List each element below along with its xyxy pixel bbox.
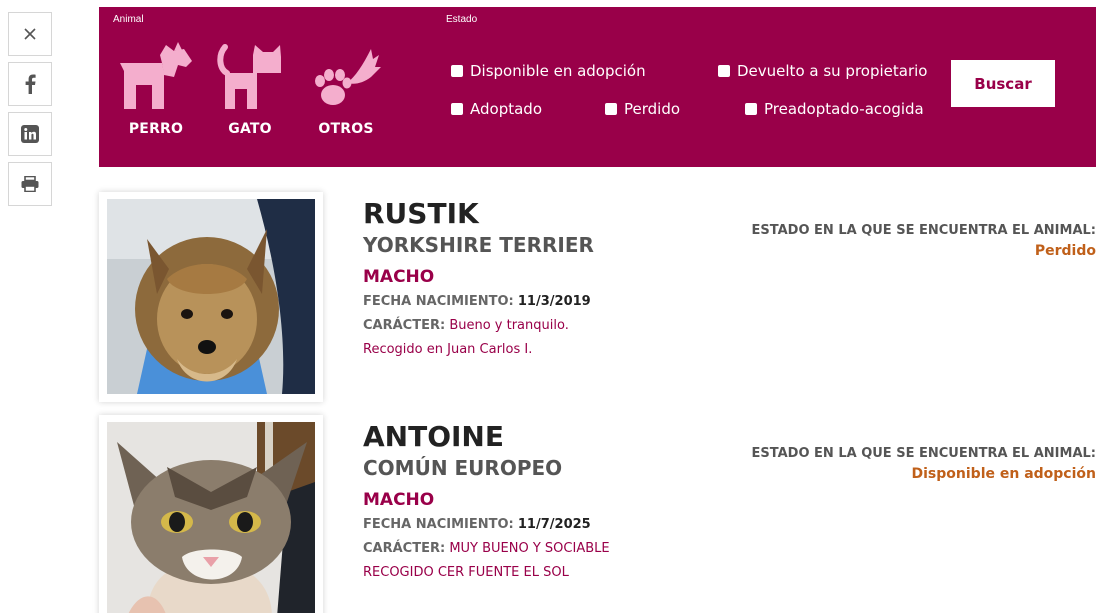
- animal-photo[interactable]: [99, 415, 323, 613]
- animal-info: RUSTIK YORKSHIRE TERRIER MACHO FECHA NAC…: [363, 197, 594, 362]
- animal-breed: YORKSHIRE TERRIER: [363, 233, 594, 257]
- checkbox-box[interactable]: [451, 65, 463, 77]
- animal-character: CARÁCTER: Bueno y tranquilo.: [363, 314, 594, 338]
- animal-option-otros[interactable]: OTROS: [311, 29, 381, 137]
- checkbox-box[interactable]: [745, 103, 757, 115]
- animal-option-label: PERRO: [128, 121, 184, 137]
- animal-birthdate: FECHA NACIMIENTO: 11/3/2019: [363, 290, 594, 314]
- character-label: CARÁCTER:: [363, 318, 446, 333]
- checkbox-box[interactable]: [605, 103, 617, 115]
- animal-name[interactable]: RUSTIK: [363, 197, 594, 231]
- share-linkedin-button[interactable]: [8, 112, 52, 156]
- animal-card: ANTOINE COMÚN EUROPEO MACHO FECHA NACIMI…: [99, 415, 1099, 613]
- facebook-icon: [25, 74, 36, 94]
- character-value: MUY BUENO Y SOCIABLE: [449, 541, 610, 556]
- print-button[interactable]: [8, 162, 52, 206]
- animal-photo[interactable]: [99, 192, 323, 402]
- estado-checkbox-preadoptado[interactable]: Preadoptado-acogida: [745, 100, 924, 118]
- animal-option-label: OTROS: [318, 121, 374, 137]
- linkedin-icon: [21, 125, 39, 143]
- estado-checkbox-label: Perdido: [624, 100, 681, 118]
- animal-note: Recogido en Juan Carlos I.: [363, 342, 533, 357]
- estado-checkbox-label: Disponible en adopción: [470, 62, 646, 80]
- animal-option-gato[interactable]: GATO: [217, 29, 283, 137]
- animal-option-perro[interactable]: PERRO: [120, 29, 192, 137]
- search-button[interactable]: Buscar: [951, 60, 1055, 107]
- x-icon: [24, 28, 36, 40]
- estado-checkbox-label: Adoptado: [470, 100, 542, 118]
- estado-checkbox-adoptado[interactable]: Adoptado: [451, 100, 542, 118]
- share-facebook-button[interactable]: [8, 62, 52, 106]
- estado-checkbox-label: Devuelto a su propietario: [737, 62, 928, 80]
- print-icon: [21, 176, 39, 192]
- tabby-cat-photo: [107, 422, 315, 613]
- yorkshire-dog-photo: [107, 199, 315, 394]
- share-x-button[interactable]: [8, 12, 52, 56]
- birthdate-label: FECHA NACIMIENTO:: [363, 294, 514, 309]
- share-sidebar: [8, 12, 52, 212]
- search-filter-panel: Animal Estado PERRO GATO OTROS Disponibl…: [99, 7, 1096, 167]
- status-value: Disponible en adopción: [911, 466, 1096, 482]
- animal-filter-label: Animal: [113, 14, 144, 25]
- paw-feather-icon: [315, 49, 381, 105]
- animal-sex: MACHO: [363, 490, 435, 510]
- birthdate-label: FECHA NACIMIENTO:: [363, 517, 514, 532]
- animal-character: CARÁCTER: MUY BUENO Y SOCIABLE: [363, 537, 610, 561]
- animal-card: RUSTIK YORKSHIRE TERRIER MACHO FECHA NAC…: [99, 192, 1099, 402]
- character-label: CARÁCTER:: [363, 541, 446, 556]
- animal-name[interactable]: ANTOINE: [363, 420, 610, 454]
- animal-sex: MACHO: [363, 267, 435, 287]
- animal-birthdate: FECHA NACIMIENTO: 11/7/2025: [363, 513, 610, 537]
- animal-note: RECOGIDO CER FUENTE EL SOL: [363, 565, 569, 580]
- estado-filter-label: Estado: [446, 14, 478, 25]
- estado-checkbox-perdido[interactable]: Perdido: [605, 100, 680, 118]
- birthdate-value: 11/3/2019: [517, 294, 591, 309]
- status-value: Perdido: [1034, 243, 1096, 259]
- character-value: Bueno y tranquilo.: [449, 318, 569, 333]
- birthdate-value: 11/7/2025: [517, 517, 591, 532]
- estado-checkbox-disponible[interactable]: Disponible en adopción: [451, 62, 646, 80]
- animal-option-label: GATO: [228, 121, 272, 137]
- estado-checkbox-devuelto[interactable]: Devuelto a su propietario: [718, 62, 927, 80]
- animal-status: ESTADO EN LA QUE SE ENCUENTRA EL ANIMAL:…: [752, 222, 1097, 260]
- status-label: ESTADO EN LA QUE SE ENCUENTRA EL ANIMAL:: [751, 446, 1097, 461]
- checkbox-box[interactable]: [718, 65, 730, 77]
- checkbox-box[interactable]: [451, 103, 463, 115]
- status-label: ESTADO EN LA QUE SE ENCUENTRA EL ANIMAL:: [751, 223, 1097, 238]
- cat-icon: [217, 44, 281, 109]
- animal-info: ANTOINE COMÚN EUROPEO MACHO FECHA NACIMI…: [363, 420, 610, 585]
- dog-icon: [120, 42, 192, 109]
- estado-checkbox-label: Preadoptado-acogida: [764, 100, 924, 118]
- animal-status: ESTADO EN LA QUE SE ENCUENTRA EL ANIMAL:…: [752, 445, 1097, 483]
- animal-breed: COMÚN EUROPEO: [363, 456, 563, 480]
